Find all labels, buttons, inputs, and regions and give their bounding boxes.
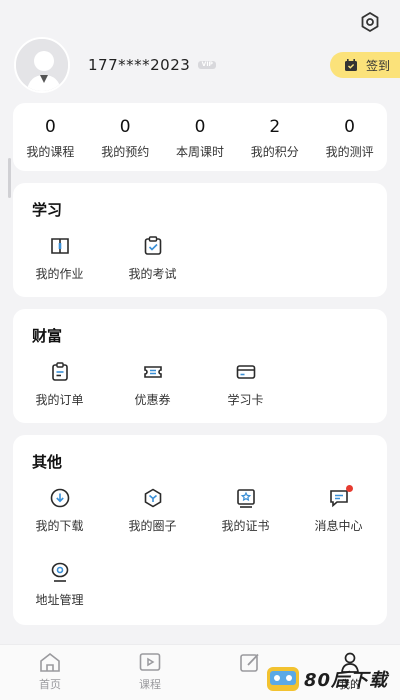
wealth-section: 财富 我的订单 优惠券 学习卡: [13, 309, 387, 423]
item-label: 学习卡: [227, 393, 264, 407]
profile-page: 177****2023 VIP 签到 0 我的课程 0 我的预约 0 本周课时 …: [0, 0, 400, 700]
avatar-icon: [16, 39, 68, 91]
stats-card: 0 我的课程 0 我的预约 0 本周课时 2 我的积分 0 我的测评: [13, 103, 387, 171]
item-label: 地址管理: [35, 593, 84, 607]
stat-value: 0: [344, 117, 355, 137]
my-orders-item[interactable]: 我的订单: [13, 361, 106, 435]
section-title: 学习: [32, 201, 63, 219]
study-card-icon: [236, 365, 255, 379]
order-icon: [51, 362, 68, 381]
stat-value: 0: [119, 117, 131, 137]
watermark-text: 80后下载: [303, 670, 388, 691]
tab-courses[interactable]: 课程: [100, 645, 200, 700]
study-card-item[interactable]: 学习卡: [199, 361, 292, 435]
stat-weekly-hours[interactable]: 0 本周课时: [163, 103, 238, 171]
message-icon-wrap: [328, 485, 353, 509]
homework-icon: [50, 238, 69, 254]
item-label: 我的订单: [35, 393, 84, 407]
address-management-item[interactable]: 地址管理: [13, 561, 106, 635]
item-label: 我的考试: [128, 267, 177, 281]
item-label: 我的作业: [35, 267, 84, 281]
stat-value: 0: [44, 117, 56, 137]
settings-button[interactable]: [358, 10, 382, 34]
item-label: 我的证书: [221, 519, 270, 533]
circle-icon: [144, 488, 161, 508]
stat-label: 我的预约: [101, 145, 150, 159]
stat-label: 我的测评: [325, 145, 374, 159]
my-exam-item[interactable]: 我的考试: [106, 235, 199, 309]
item-label: 我的下载: [35, 519, 84, 533]
message-center-item[interactable]: 消息中心: [292, 485, 385, 561]
coupon-icon: [143, 366, 162, 378]
home-icon: [40, 652, 60, 672]
stat-value: 0: [194, 117, 206, 137]
stat-label: 本周课时: [175, 145, 224, 159]
avatar[interactable]: [14, 37, 70, 93]
settings-icon: [361, 11, 379, 33]
checkin-button[interactable]: 签到: [330, 52, 400, 78]
checkin-label: 签到: [366, 58, 391, 73]
my-circle-item[interactable]: 我的圈子: [106, 487, 199, 561]
certificate-icon: [236, 489, 255, 508]
coupon-item[interactable]: 优惠券: [106, 361, 199, 435]
section-title: 财富: [32, 327, 63, 345]
location-icon: [51, 562, 68, 582]
vip-badge: VIP: [198, 61, 217, 69]
my-downloads-item[interactable]: 我的下载: [13, 487, 106, 561]
section-title: 其他: [32, 453, 63, 471]
other-grid: 我的下载 我的圈子 我的证书 消息中心 地址管理: [13, 485, 387, 635]
study-grid: 我的作业 我的考试: [13, 235, 387, 309]
phone-number: 177****2023: [88, 56, 191, 74]
stat-my-courses[interactable]: 0 我的课程: [13, 103, 88, 171]
item-label: 优惠券: [134, 393, 171, 407]
download-icon: [50, 488, 69, 508]
stat-my-points[interactable]: 2 我的积分: [237, 103, 312, 171]
watermark: 80后下载: [266, 664, 388, 694]
edit-icon: [240, 653, 259, 672]
other-section: 其他 我的下载 我的圈子 我的证书 消息中心 地址管理: [13, 435, 387, 625]
my-homework-item[interactable]: 我的作业: [13, 235, 106, 309]
course-play-icon: [139, 653, 161, 671]
item-label: 我的圈子: [128, 519, 177, 533]
stat-label: 我的积分: [250, 145, 299, 159]
wealth-grid: 我的订单 优惠券 学习卡: [13, 361, 387, 435]
tab-home[interactable]: 首页: [0, 645, 100, 700]
my-certificates-item[interactable]: 我的证书: [199, 487, 292, 561]
watermark-logo-icon: [266, 667, 299, 691]
stat-value: 2: [269, 117, 281, 137]
stat-my-assessments[interactable]: 0 我的测评: [312, 103, 387, 171]
stat-label: 我的课程: [26, 145, 75, 159]
calendar-check-icon: [345, 58, 357, 71]
scroll-indicator[interactable]: [8, 158, 11, 198]
exam-icon: [144, 236, 161, 255]
tab-label: 课程: [139, 678, 161, 691]
item-label: 消息中心: [314, 519, 363, 533]
profile-header: 177****2023 VIP 签到: [14, 37, 400, 93]
study-section: 学习 我的作业 我的考试: [13, 183, 387, 297]
tab-label: 首页: [39, 678, 61, 691]
unread-badge: [345, 485, 353, 492]
stat-my-appointments[interactable]: 0 我的预约: [88, 103, 163, 171]
